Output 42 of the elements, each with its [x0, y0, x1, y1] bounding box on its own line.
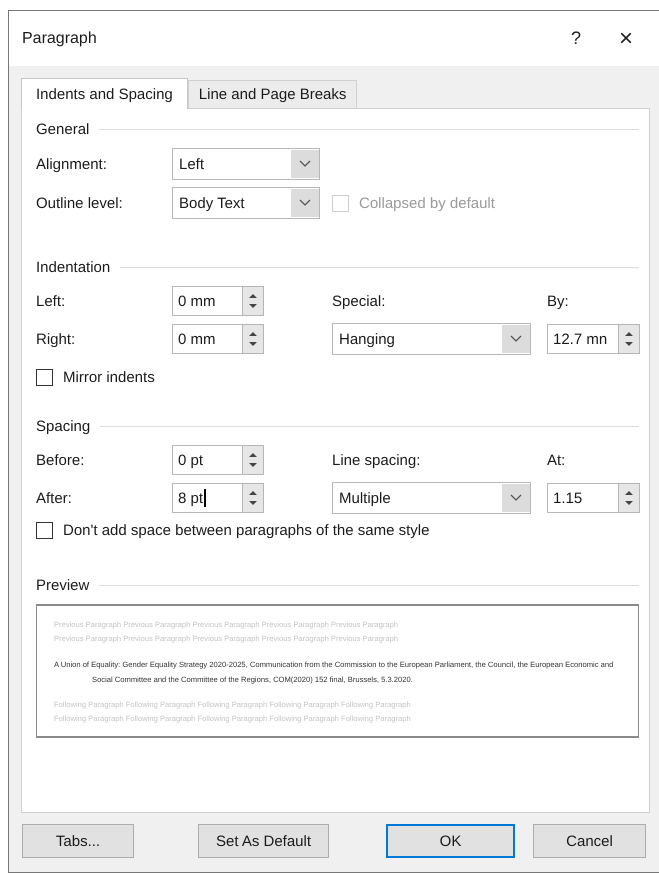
close-button[interactable]: ×: [601, 18, 651, 58]
dialog-button[interactable]: Cancel: [533, 824, 646, 858]
dialog-button[interactable]: Tabs...: [22, 824, 134, 858]
chevron-down-icon: [291, 188, 319, 218]
field-label: Alignment:: [36, 156, 108, 172]
section-heading: Spacing: [36, 418, 90, 435]
tab[interactable]: Indents and Spacing: [21, 78, 188, 109]
window-title: Paragraph: [22, 30, 98, 48]
spin-button[interactable]: [242, 286, 264, 316]
tab[interactable]: Line and Page Breaks: [188, 80, 358, 108]
checkbox[interactable]: [36, 369, 53, 386]
dialog-button[interactable]: OK: [386, 824, 515, 858]
field-label: Left:: [36, 292, 66, 310]
field-label: Outline level:: [36, 194, 124, 212]
field-label: Right:: [36, 330, 76, 348]
help-button[interactable]: ?: [551, 18, 601, 58]
line-spacing-dropdown[interactable]: Multiple: [332, 482, 531, 514]
checkbox-label: Don't add space between paragraphs of the same style: [63, 522, 430, 539]
alignment-dropdown[interactable]: Left: [172, 148, 320, 180]
field-label: After:: [36, 490, 73, 506]
special-dropdown[interactable]: Hanging: [332, 323, 531, 355]
section-heading: General: [36, 121, 90, 138]
section-heading: Indentation: [36, 259, 110, 276]
spin-button[interactable]: [242, 445, 264, 475]
field-label: Line spacing:: [332, 452, 422, 468]
field-label: Special:: [332, 292, 386, 310]
checkbox-label: Mirror indents: [63, 369, 155, 386]
spin-button[interactable]: [618, 483, 640, 513]
field-label: Before:: [36, 452, 86, 468]
spin-button[interactable]: [618, 324, 640, 354]
section-heading: Preview: [36, 577, 90, 594]
chevron-down-icon: [291, 149, 319, 179]
outline-level-dropdown[interactable]: Body Text: [172, 187, 320, 219]
chevron-down-icon: [502, 483, 530, 513]
field-label: At:: [547, 452, 566, 468]
checkbox[interactable]: [36, 522, 53, 539]
chevron-down-icon: [502, 324, 530, 354]
spin-button[interactable]: [242, 324, 264, 354]
spin-button[interactable]: [242, 483, 264, 513]
field-label: By:: [547, 292, 570, 310]
dialog-button[interactable]: Set As Default: [198, 824, 329, 858]
checkbox-label: Collapsed by default: [359, 194, 495, 212]
